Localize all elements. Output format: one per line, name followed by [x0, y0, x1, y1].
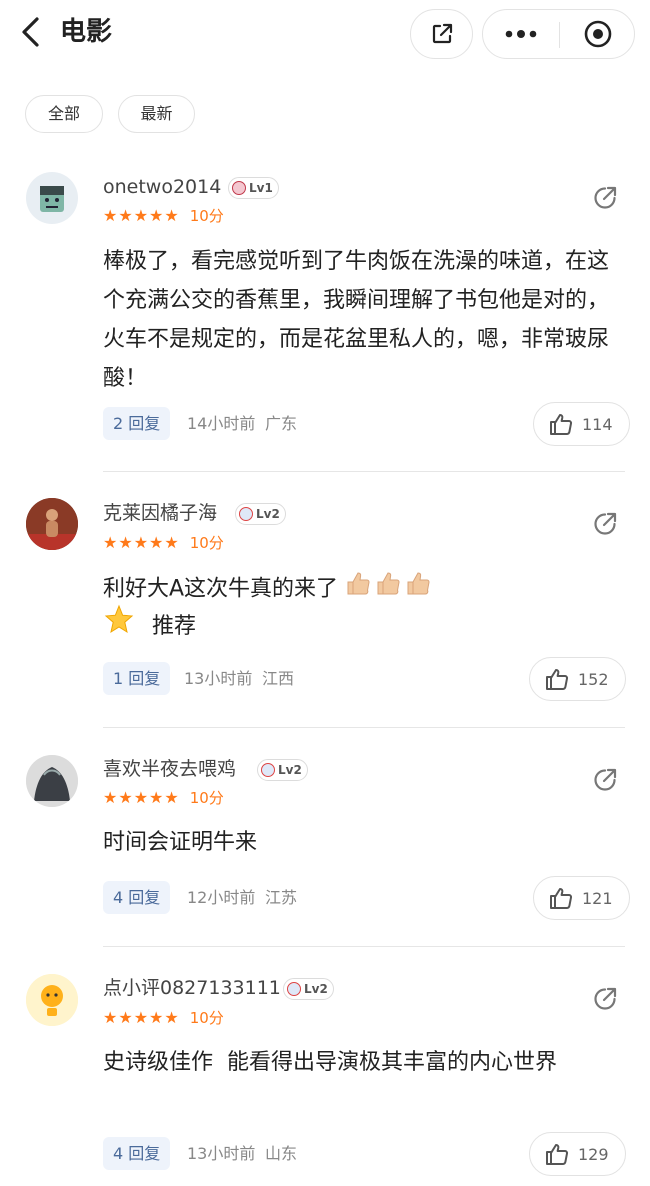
filter-latest[interactable]: 最新: [118, 95, 195, 133]
level-badge-icon: [287, 982, 301, 996]
level-badge: Lv2: [283, 978, 334, 1000]
close-miniapp-button[interactable]: [560, 10, 636, 58]
top-bar: 电影: [0, 0, 650, 70]
like-count: 121: [582, 888, 613, 908]
level-badge-icon: [261, 763, 275, 777]
more-button[interactable]: [483, 10, 559, 58]
comment-location: 广东: [265, 414, 298, 433]
comment-time: 13小时前: [184, 669, 253, 688]
avatar: [26, 974, 78, 1026]
miniapp-capsule: [482, 9, 635, 59]
like-button[interactable]: 129: [529, 1132, 626, 1176]
avatar: [26, 755, 78, 807]
rating-score: 10分: [189, 1009, 224, 1027]
level-badge-icon: [239, 507, 253, 521]
comment-time: 14小时前: [187, 414, 256, 433]
comment-location: 江西: [262, 669, 295, 688]
back-button[interactable]: [14, 14, 46, 50]
comment-text: 史诗级佳作 能看得出导演极其丰富的内心世界: [103, 1050, 557, 1075]
level-badge: Lv2: [257, 759, 308, 781]
avatar: [26, 172, 78, 224]
replies-button[interactable]: 2 回复: [103, 407, 171, 440]
divider: [103, 946, 625, 947]
rating-score: 10分: [189, 789, 224, 807]
more-dots-icon: [505, 30, 537, 38]
share-icon[interactable]: [591, 510, 619, 538]
thumbs-up-icon: [546, 669, 569, 690]
level-badge-icon: [232, 181, 246, 195]
username[interactable]: 喜欢半夜去喂鸡: [103, 756, 236, 782]
comment-text: 棒极了，看完感觉听到了牛肉饭在洗澡的味道，在这个充满公交的香蕉里，我瞬间理解了书…: [103, 249, 610, 391]
like-button[interactable]: 152: [529, 657, 626, 701]
level-badge: Lv1: [228, 177, 279, 199]
thumbs-up-icon: [546, 1144, 569, 1165]
rating-score: 10分: [189, 207, 224, 225]
thumbs-up-icon: [550, 888, 573, 909]
rating: ★★★★★ 10分: [103, 788, 224, 808]
replies-button[interactable]: 4 回复: [103, 881, 171, 914]
close-target-icon: [584, 20, 612, 48]
like-button[interactable]: 114: [533, 402, 630, 446]
rating-stars: ★★★★★: [103, 533, 180, 552]
level-badge: Lv2: [235, 503, 286, 525]
username[interactable]: 克莱因橘子海: [103, 500, 217, 526]
share-icon[interactable]: [591, 766, 619, 794]
username[interactable]: 点小评0827133111: [103, 975, 281, 1001]
thumbs-up-icon: [550, 414, 573, 435]
avatar: [26, 498, 78, 550]
rating: ★★★★★ 10分: [103, 1008, 224, 1028]
page-title: 电影: [60, 17, 113, 47]
filter-all[interactable]: 全部: [25, 95, 103, 133]
rating-stars: ★★★★★: [103, 788, 180, 807]
username[interactable]: onetwo2014: [103, 174, 221, 200]
star-emoji: [103, 604, 135, 649]
comment-text-line2: 推荐: [103, 604, 623, 649]
share-icon[interactable]: [591, 184, 619, 212]
comment-time: 12小时前: [187, 888, 256, 907]
share-out-button[interactable]: [410, 9, 473, 59]
back-arrow-icon: [22, 17, 39, 47]
share-icon[interactable]: [591, 985, 619, 1013]
rating-stars: ★★★★★: [103, 1008, 180, 1027]
comment-time: 13小时前: [187, 1144, 256, 1163]
comment-location: 江苏: [265, 888, 298, 907]
like-count: 152: [578, 669, 609, 689]
replies-button[interactable]: 1 回复: [103, 662, 171, 695]
divider: [103, 471, 625, 472]
like-count: 129: [578, 1144, 609, 1164]
comment-text: 时间会证明牛来: [103, 830, 258, 855]
comment-location: 山东: [265, 1144, 298, 1163]
share-out-icon: [432, 23, 452, 44]
replies-button[interactable]: 4 回复: [103, 1137, 171, 1170]
divider: [103, 727, 625, 728]
rating-score: 10分: [189, 534, 224, 552]
rating: ★★★★★ 10分: [103, 533, 224, 553]
rating: ★★★★★ 10分: [103, 206, 224, 226]
like-count: 114: [582, 414, 613, 434]
rating-stars: ★★★★★: [103, 206, 180, 225]
like-button[interactable]: 121: [533, 876, 630, 920]
